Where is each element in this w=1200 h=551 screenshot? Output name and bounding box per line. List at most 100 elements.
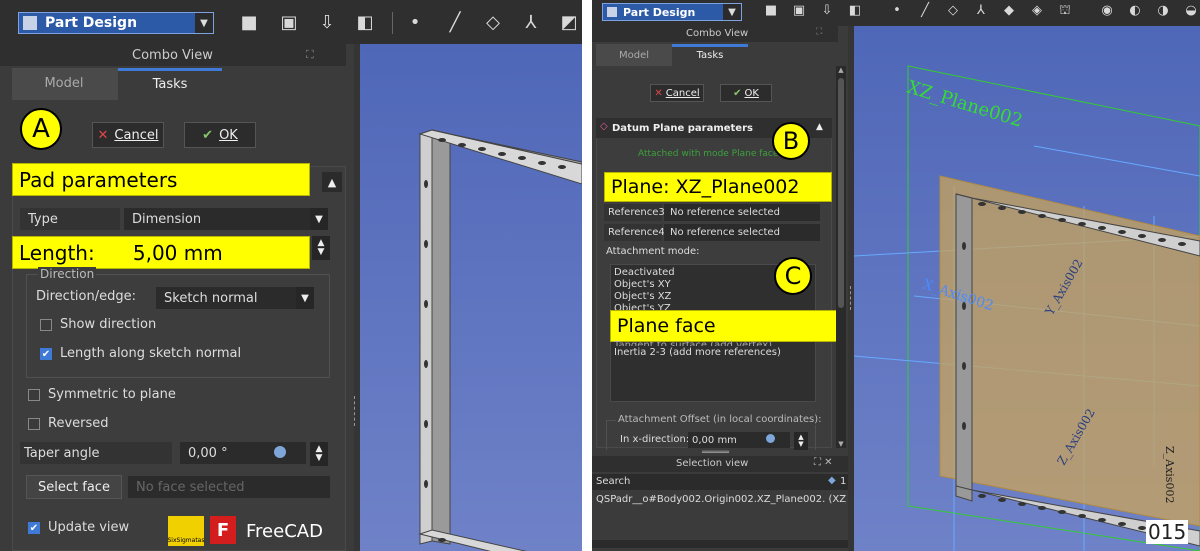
right-3d-scene: XZ_Plane002 X_Axis002 Y_Axis002 Z_Axis00… [854, 65, 1200, 551]
type-label-field: Type [20, 208, 120, 230]
cube-box-icon[interactable]: ■ [762, 3, 780, 18]
update-view-checkbox[interactable]: ✔ [28, 522, 40, 534]
shape-binder-icon[interactable]: ◧ [354, 12, 376, 33]
reference3-text: Reference3 [608, 207, 665, 218]
mode-item[interactable]: Object's XZ [614, 291, 671, 302]
right-screenshot: Part Design ▼ ■ ▣ ⇩ ◧ • ╱ ◇ ⅄ ◆ ◈ ⛫ ◉ ◐ … [592, 0, 1200, 551]
badge-a: A [20, 108, 62, 150]
left-workbench-selector[interactable]: Part Design ▼ [18, 12, 214, 34]
right-panel-scrollbar[interactable]: ▲ ▼ [836, 66, 846, 448]
create-body-icon[interactable]: ▣ [790, 3, 808, 18]
sixsigmatas-logo: SixSigmatas [168, 516, 205, 546]
ok-check-icon: ✔ [202, 127, 214, 143]
taper-input[interactable]: 0,00 ° [180, 442, 306, 464]
left-cancel-button[interactable]: ✕ Cancel [92, 122, 164, 148]
length-along-label: Length along sketch normal [60, 346, 242, 361]
reversed-checkbox[interactable] [28, 418, 40, 430]
right-workbench-label: Part Design [623, 5, 696, 19]
left-tab-model[interactable]: Model [12, 76, 116, 91]
datum-point-icon[interactable]: • [888, 3, 906, 18]
right-tab-tasks[interactable]: Tasks [672, 44, 748, 66]
right-cancel-button[interactable]: ✕ Cancel [650, 84, 704, 102]
datum-collapse-icon[interactable]: ▲ [816, 122, 823, 132]
direction-group-title: Direction [38, 267, 97, 281]
scrollbar-down-icon: ▼ [838, 440, 844, 448]
direction-edge-select[interactable]: Sketch normal [156, 287, 296, 309]
workbench-icon [607, 7, 617, 17]
reference4-field[interactable]: No reference selected [664, 224, 820, 241]
type-value: Dimension [132, 211, 202, 227]
selection-filter-icon[interactable]: ◆ [828, 475, 836, 486]
cube-box-icon[interactable]: ■ [238, 12, 260, 33]
symmetric-label: Symmetric to plane [48, 387, 176, 402]
selection-view-close-icon[interactable]: ⛶ ✕ [814, 457, 833, 468]
x-direction-label: In x-direction: [620, 434, 690, 445]
mode-item-tangent[interactable]: Tangent to surface (add vertex) [614, 340, 772, 346]
left-ok-button[interactable]: ✔ OK [184, 122, 256, 148]
x-direction-value: 0,00 mm [692, 434, 737, 446]
draft-icon[interactable]: ◒ [1182, 3, 1200, 18]
right-tab-model[interactable]: Model [596, 50, 672, 61]
shape-binder-icon[interactable]: ◧ [846, 3, 864, 18]
datum-line-icon[interactable]: ╱ [916, 3, 934, 18]
reference3-label: Reference3 [604, 204, 665, 221]
badge-b: B [772, 122, 810, 160]
right-splitter-handle[interactable] [850, 286, 853, 310]
select-face-placeholder: No face selected [136, 479, 245, 495]
mode-item[interactable]: Object's XY [614, 279, 671, 290]
chevron-down-icon[interactable]: ▼ [310, 208, 328, 230]
right-3d-view[interactable]: XZ_Plane002 X_Axis002 Y_Axis002 Z_Axis00… [854, 26, 1200, 551]
symmetric-checkbox[interactable] [28, 389, 40, 401]
reference4-label: Reference4 [604, 224, 665, 241]
left-splitter-handle[interactable] [354, 396, 357, 426]
taper-spin-icon[interactable]: ▲ ▼ [310, 442, 328, 466]
selection-scrollbar[interactable] [592, 540, 848, 548]
datum-point-icon[interactable]: • [404, 12, 426, 33]
left-3d-view[interactable] [360, 44, 582, 551]
fillet-icon[interactable]: ◑ [1154, 3, 1172, 18]
attached-status: Attached with mode Plane face [638, 149, 779, 159]
local-cs-icon[interactable]: ⅄ [972, 3, 990, 18]
scrollbar-thumb[interactable] [838, 78, 844, 308]
left-tab-tasks-label: Tasks [152, 77, 188, 92]
create-body-icon[interactable]: ▣ [278, 12, 300, 33]
collapse-chevron-icon[interactable]: ▲ [322, 172, 342, 192]
attachment-offset-label: Attachment Offset (in local coordinates)… [616, 414, 824, 425]
right-ok-button[interactable]: ✔ OK [720, 84, 772, 102]
datum-line-icon[interactable]: ╱ [444, 12, 466, 33]
select-face-label: Select face [38, 479, 110, 495]
datum-plane-icon[interactable]: ◇ [482, 12, 504, 33]
local-cs-icon[interactable]: ⅄ [520, 12, 542, 33]
datum-plane-icon[interactable]: ◇ [944, 3, 962, 18]
select-face-button[interactable]: Select face [26, 475, 122, 499]
subshape-binder-icon[interactable]: ◆ [1000, 3, 1018, 18]
type-select[interactable]: Dimension [124, 208, 310, 230]
chevron-down-icon[interactable]: ▼ [296, 287, 314, 309]
right-workbench-selector[interactable]: Part Design ▼ [602, 3, 742, 21]
selection-search-bar[interactable] [592, 474, 848, 490]
reference3-field[interactable]: No reference selected [664, 204, 820, 221]
download-icon[interactable]: ⇩ [818, 3, 836, 18]
clone-icon[interactable]: ◈ [1028, 3, 1046, 18]
length-spin-icon[interactable]: ▲ ▼ [312, 236, 330, 260]
taper-value: 0,00 ° [188, 445, 228, 461]
left-undock-icon[interactable]: ⛶ [306, 48, 314, 62]
expression-icon[interactable] [274, 446, 286, 458]
selection-item[interactable]: QSPadr__o#Body002.Origin002.XZ_Plane002.… [596, 494, 846, 505]
length-along-checkbox[interactable]: ✔ [40, 348, 52, 360]
right-undock-icon[interactable]: ⛶ [816, 27, 822, 37]
x-direction-spin-icon[interactable]: ▲ ▼ [794, 432, 808, 450]
boolean-icon[interactable]: ◉ [1098, 3, 1116, 18]
clone-icon[interactable]: ◩ [558, 12, 580, 33]
download-icon[interactable]: ⇩ [316, 12, 338, 33]
expression-icon[interactable] [766, 434, 775, 443]
left-cancel-label: Cancel [114, 127, 159, 143]
mode-item-inertia[interactable]: Inertia 2-3 (add more references) [614, 347, 781, 358]
additive-pipe-icon[interactable]: ⛫ [1056, 3, 1074, 20]
left-tab-tasks[interactable]: Tasks [118, 68, 222, 100]
right-combo-view-title: Combo View [686, 28, 749, 39]
screenshot-divider [582, 0, 592, 551]
chamfer-icon[interactable]: ◐ [1126, 3, 1144, 18]
mode-item[interactable]: Deactivated [614, 267, 675, 278]
show-direction-checkbox[interactable] [40, 319, 52, 331]
